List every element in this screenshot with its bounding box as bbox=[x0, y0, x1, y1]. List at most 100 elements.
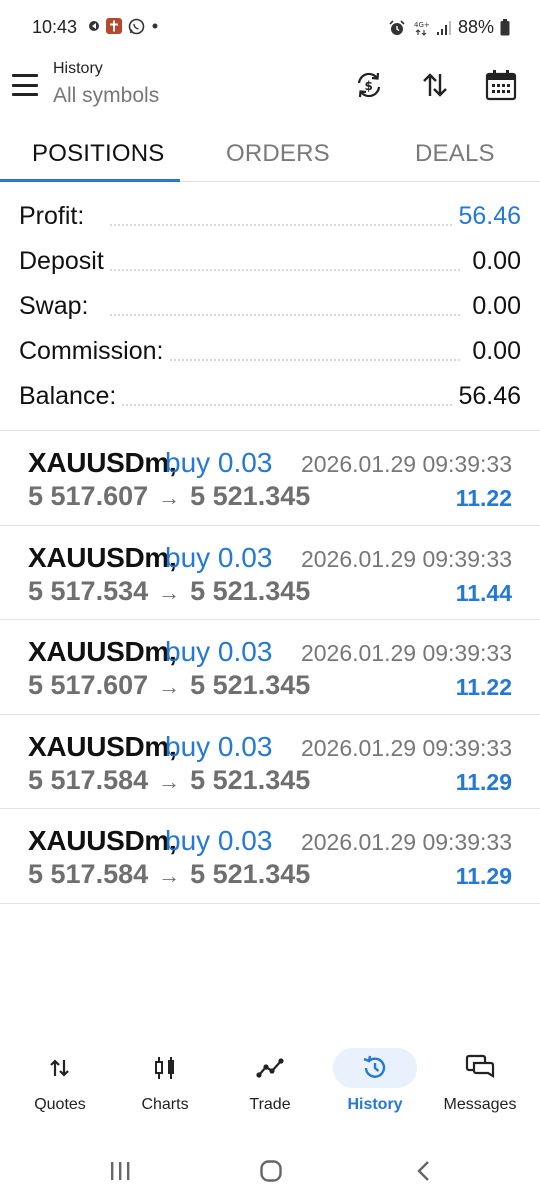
summary-row-swap: Swap: 0.00 bbox=[0, 284, 540, 329]
open-price: 5 517.607 bbox=[28, 670, 149, 700]
deal-type: buy 0.03 bbox=[165, 636, 273, 667]
open-price: 5 517.534 bbox=[28, 575, 149, 606]
home-icon[interactable] bbox=[251, 1156, 291, 1186]
app-notification-icon bbox=[88, 20, 100, 32]
deal-prices: 5 517.584 → 5 521.345 bbox=[28, 765, 310, 796]
nav-history[interactable]: History bbox=[321, 1040, 429, 1130]
whatsapp-icon bbox=[128, 18, 145, 35]
deal-prices: 5 517.607 → 5 521.345 bbox=[28, 481, 310, 512]
deal-time: 2026.01.29 09:39:33 bbox=[300, 545, 512, 572]
deal-time: 2026.01.29 09:39:33 bbox=[300, 734, 512, 761]
swap-value: 0.00 bbox=[466, 292, 521, 321]
open-price: 5 517.584 bbox=[28, 764, 149, 795]
deal-row[interactable]: XAUUSDm, buy 0.03 2026.01.29 09:39:33 5 … bbox=[0, 715, 540, 809]
summary-row-profit: Profit: 56.46 bbox=[0, 194, 540, 239]
deal-row[interactable]: XAUUSDm, buy 0.03 2026.01.29 09:39:33 5 … bbox=[0, 526, 540, 620]
quotes-arrows-icon bbox=[18, 1048, 102, 1088]
messages-icon bbox=[438, 1048, 522, 1088]
summary-row-commission: Commission: 0.00 bbox=[0, 329, 540, 374]
deal-symbol: XAUUSDm, bbox=[28, 636, 177, 667]
deal-row[interactable]: XAUUSDm, buy 0.03 2026.01.29 09:39:33 5 … bbox=[0, 620, 540, 715]
swap-label: Swap: bbox=[19, 292, 95, 321]
close-price: 5 521.345 bbox=[190, 481, 311, 511]
header-actions: $ bbox=[350, 66, 520, 104]
sort-icon[interactable] bbox=[416, 66, 454, 104]
arrow-right-icon: → bbox=[158, 579, 181, 605]
dotted-leader bbox=[110, 404, 460, 406]
deal-type: buy 0.03 bbox=[165, 541, 273, 573]
deposit-value: 0.00 bbox=[466, 247, 521, 276]
deal-row[interactable]: XAUUSDm, buy 0.03 2026.01.29 09:39:33 5 … bbox=[0, 431, 540, 526]
nav-charts-label: Charts bbox=[141, 1096, 189, 1113]
arrow-right-icon: → bbox=[158, 485, 181, 510]
open-price: 5 517.584 bbox=[28, 859, 149, 889]
close-price: 5 521.345 bbox=[190, 764, 311, 795]
deal-profit: 11.29 bbox=[455, 863, 512, 889]
summary-panel: Profit: 56.46 Deposit 0.00 Swap: 0.00 Co… bbox=[0, 194, 540, 419]
open-price: 5 517.607 bbox=[28, 481, 149, 511]
deal-profit: 11.22 bbox=[455, 485, 512, 511]
currency-exchange-icon[interactable]: $ bbox=[350, 66, 388, 104]
tab-orders[interactable]: ORDERS bbox=[226, 140, 330, 168]
nav-charts[interactable]: Charts bbox=[111, 1040, 219, 1130]
deal-type: buy 0.03 bbox=[165, 447, 273, 478]
network-type-icon: 4G+ bbox=[412, 19, 430, 37]
status-time: 10:43 bbox=[32, 17, 78, 37]
profit-value: 56.46 bbox=[452, 202, 521, 231]
deal-type: buy 0.03 bbox=[165, 825, 273, 856]
deal-symbol: XAUUSDm, bbox=[28, 825, 177, 856]
menu-icon[interactable] bbox=[12, 74, 40, 96]
nav-quotes[interactable]: Quotes bbox=[6, 1040, 114, 1130]
deal-prices: 5 517.584 → 5 521.345 bbox=[28, 859, 310, 890]
status-bar: 10:43 4G+ 88% bbox=[0, 0, 540, 56]
dotted-leader bbox=[110, 269, 460, 271]
deal-time: 2026.01.29 09:39:33 bbox=[300, 640, 512, 666]
deal-time: 2026.01.29 09:39:33 bbox=[300, 451, 512, 477]
nav-quotes-label: Quotes bbox=[34, 1096, 86, 1113]
deal-prices: 5 517.534 → 5 521.345 bbox=[28, 576, 310, 607]
svg-text:$: $ bbox=[365, 79, 373, 93]
profit-label: Profit: bbox=[19, 202, 91, 231]
nav-trade-label: Trade bbox=[249, 1096, 291, 1113]
nav-history-label: History bbox=[347, 1096, 403, 1113]
close-price: 5 521.345 bbox=[190, 575, 311, 606]
close-price: 5 521.345 bbox=[190, 670, 311, 700]
deal-symbol: XAUUSDm, bbox=[28, 447, 177, 478]
deal-time: 2026.01.29 09:39:33 bbox=[300, 829, 512, 855]
nav-messages[interactable]: Messages bbox=[426, 1040, 534, 1130]
signal-icon bbox=[436, 20, 452, 36]
deal-profit: 11.44 bbox=[455, 579, 512, 606]
balance-value: 56.46 bbox=[452, 382, 521, 411]
history-clock-icon bbox=[333, 1048, 417, 1088]
deal-row[interactable]: XAUUSDm, buy 0.03 2026.01.29 09:39:33 5 … bbox=[0, 809, 540, 904]
more-notifications-dot-icon bbox=[150, 21, 160, 31]
calendar-icon[interactable] bbox=[482, 66, 520, 104]
arrow-right-icon: → bbox=[158, 768, 181, 794]
dotted-leader bbox=[110, 314, 460, 316]
close-price: 5 521.345 bbox=[190, 859, 311, 889]
commission-value: 0.00 bbox=[466, 337, 521, 366]
tab-deals[interactable]: DEALS bbox=[415, 140, 495, 168]
deal-symbol: XAUUSDm, bbox=[28, 541, 177, 573]
trend-line-icon bbox=[228, 1048, 312, 1088]
candlestick-icon bbox=[123, 1048, 207, 1088]
alarm-icon bbox=[388, 19, 406, 37]
deal-symbol: XAUUSDm, bbox=[28, 730, 177, 762]
back-icon[interactable] bbox=[403, 1156, 443, 1186]
history-tabs: POSITIONS ORDERS DEALS bbox=[0, 122, 540, 182]
bottom-navigation: Quotes Charts Trade History Messages bbox=[0, 1040, 540, 1130]
dotted-leader bbox=[110, 224, 460, 226]
symbol-filter-label[interactable]: All symbols bbox=[53, 84, 159, 108]
arrow-right-icon: → bbox=[158, 863, 181, 888]
battery-percent: 88% bbox=[457, 17, 494, 37]
system-navigation-bar bbox=[0, 1140, 540, 1200]
app-header: History All symbols $ bbox=[0, 56, 540, 120]
tab-positions[interactable]: POSITIONS bbox=[32, 140, 165, 168]
deal-type: buy 0.03 bbox=[165, 730, 273, 762]
recent-apps-icon[interactable] bbox=[100, 1156, 140, 1186]
commission-label: Commission: bbox=[19, 337, 170, 366]
nav-trade[interactable]: Trade bbox=[216, 1040, 324, 1130]
deposit-label: Deposit bbox=[19, 247, 110, 276]
deals-list: XAUUSDm, buy 0.03 2026.01.29 09:39:33 5 … bbox=[0, 431, 540, 904]
status-notification-icons bbox=[88, 17, 160, 35]
